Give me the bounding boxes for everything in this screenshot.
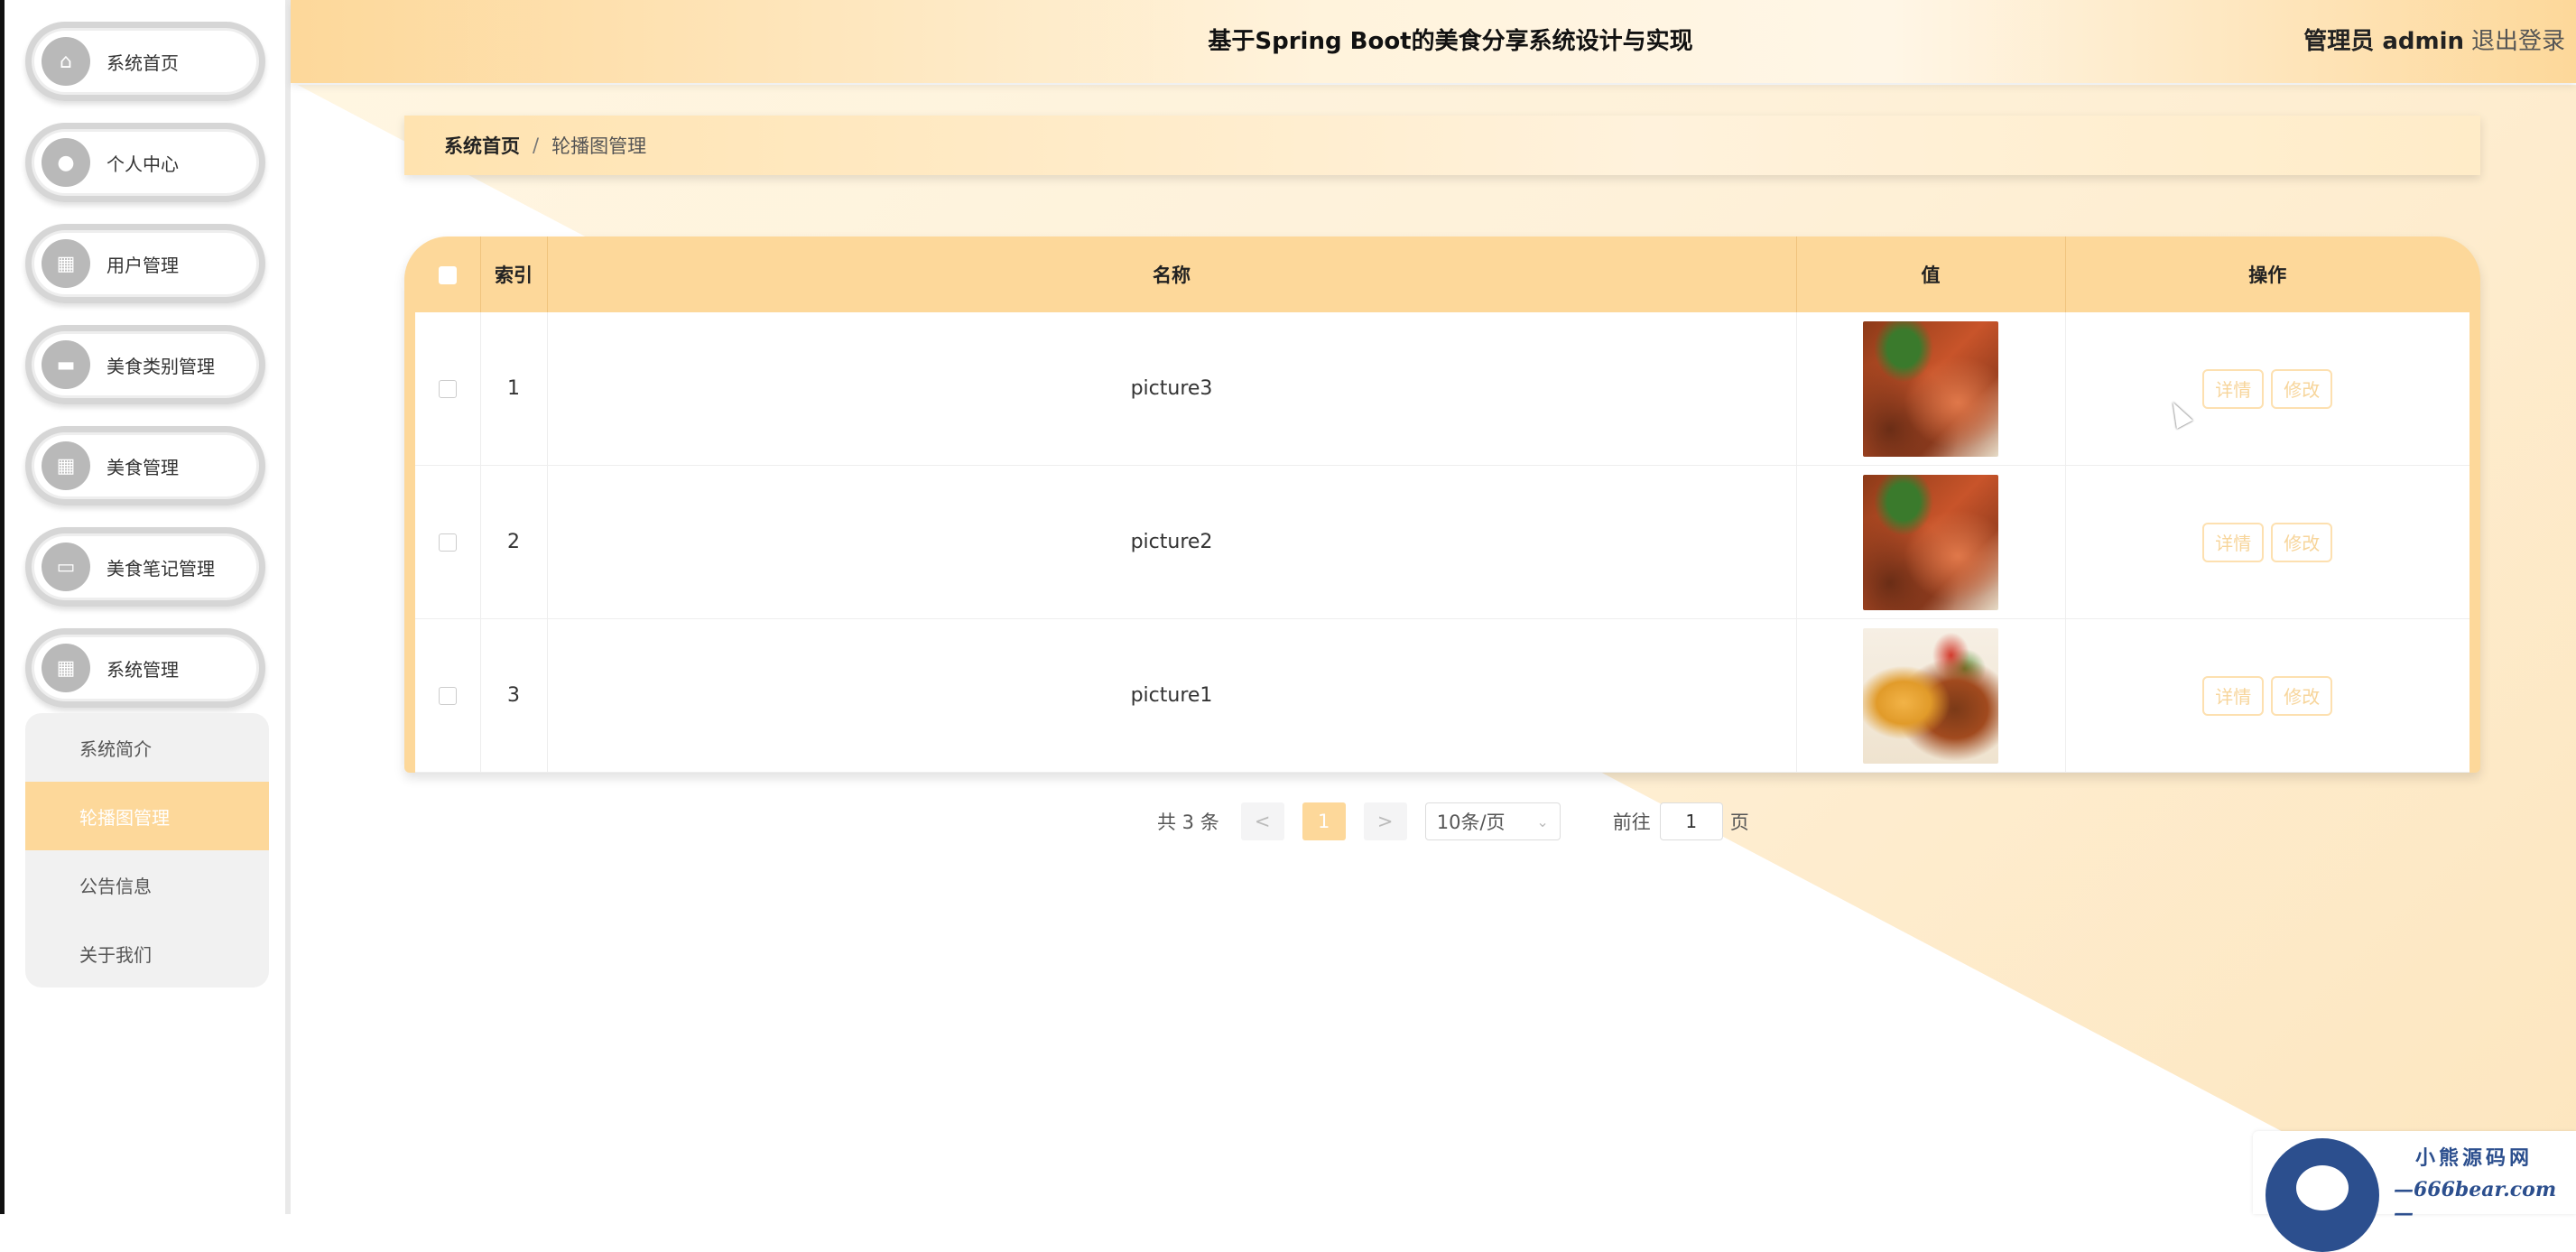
select-all-cell xyxy=(415,236,481,312)
detail-button[interactable]: 详情 xyxy=(2202,675,2265,716)
column-header-index: 索引 xyxy=(480,236,548,312)
carousel-table: 索引 名称 值 操作 1 picture3 详情 修改 2 picture2 详… xyxy=(404,236,2480,773)
select-all-checkbox[interactable] xyxy=(438,266,457,284)
bear-logo-icon xyxy=(2266,1138,2379,1252)
watermark-title: 小熊源码网 xyxy=(2415,1146,2534,1170)
pagination: 共 3 条 < 1 > 10条/页 ⌄ 前往 页 xyxy=(1157,802,1749,841)
row-index: 3 xyxy=(480,618,548,773)
sidebar-item-label: 美食类别管理 xyxy=(107,355,215,377)
carousel-image-thumbnail[interactable] xyxy=(1863,320,1998,457)
row-name: picture2 xyxy=(547,465,1797,619)
column-header-name: 名称 xyxy=(547,236,1797,312)
breadcrumb-separator: / xyxy=(533,134,540,156)
column-header-value: 值 xyxy=(1796,236,2066,312)
edit-button[interactable]: 修改 xyxy=(2271,675,2333,716)
chevron-down-icon: ⌄ xyxy=(1536,812,1549,830)
detail-button[interactable]: 详情 xyxy=(2202,368,2265,409)
page-suffix: 页 xyxy=(1729,811,1749,833)
detail-button[interactable]: 详情 xyxy=(2202,522,2265,562)
goto-page-input[interactable] xyxy=(1659,802,1723,840)
sidebar-item-label: 美食管理 xyxy=(107,456,179,478)
carousel-image-thumbnail[interactable] xyxy=(1863,474,1998,610)
row-name: picture3 xyxy=(547,312,1797,466)
edit-button[interactable]: 修改 xyxy=(2271,522,2333,562)
top-header: 基于Spring Boot的美食分享系统设计与实现 管理员 admin 退出登录 xyxy=(291,0,2576,83)
sidebar-item-label: 美食笔记管理 xyxy=(107,557,215,580)
row-index: 2 xyxy=(480,465,548,619)
sidebar-item-label: 用户管理 xyxy=(107,254,179,276)
sidebar-item-home[interactable]: ⌂ 系统首页 xyxy=(25,22,265,101)
watermark-url: —666bear.com— xyxy=(2394,1178,2557,1225)
next-page-button[interactable]: > xyxy=(1363,802,1407,840)
row-checkbox[interactable] xyxy=(438,533,457,552)
submenu-item-intro[interactable]: 系统简介 xyxy=(25,713,269,782)
sidebar-item-profile[interactable]: ● 个人中心 xyxy=(25,123,265,202)
current-user: 管理员 admin xyxy=(2303,28,2464,55)
sidebar-item-food[interactable]: ▦ 美食管理 xyxy=(25,426,265,505)
home-icon: ⌂ xyxy=(42,37,90,86)
carousel-image-thumbnail[interactable] xyxy=(1863,627,1998,764)
breadcrumb-current: 轮播图管理 xyxy=(551,135,647,157)
grid-icon: ▦ xyxy=(42,441,90,490)
submenu-item-about[interactable]: 关于我们 xyxy=(25,919,269,988)
logout-link[interactable]: 退出登录 xyxy=(2471,0,2565,83)
submenu-item-notice[interactable]: 公告信息 xyxy=(25,850,269,919)
table-header-row: 索引 名称 值 操作 xyxy=(415,236,2469,312)
column-header-actions: 操作 xyxy=(2248,264,2287,286)
page-size-value: 10条/页 xyxy=(1436,811,1506,833)
watermark-logo: 小熊源码网 —666bear.com— xyxy=(2253,1131,2576,1252)
chat-icon: ▭ xyxy=(42,543,90,591)
sidebar-item-food-notes[interactable]: ▭ 美食笔记管理 xyxy=(25,527,265,607)
page-number-button[interactable]: 1 xyxy=(1302,802,1346,840)
table-row: 2 picture2 详情 修改 xyxy=(415,465,2469,619)
sidebar-item-label: 个人中心 xyxy=(107,153,179,175)
sidebar-item-system[interactable]: ▦ 系统管理 xyxy=(25,628,265,708)
sidebar-item-users[interactable]: ▦ 用户管理 xyxy=(25,224,265,303)
sidebar: ⌂ 系统首页 ● 个人中心 ▦ 用户管理 ▬ 美食类别管理 ▦ 美食管理 ▭ 美… xyxy=(0,0,291,1214)
grid-icon: ▦ xyxy=(42,239,90,288)
submenu-item-carousel[interactable]: 轮播图管理 xyxy=(25,782,269,850)
grid-icon: ▦ xyxy=(42,644,90,692)
briefcase-icon: ▬ xyxy=(42,340,90,389)
row-name: picture1 xyxy=(547,618,1797,773)
breadcrumb-home[interactable]: 系统首页 xyxy=(444,132,520,159)
sidebar-item-label: 系统管理 xyxy=(107,658,179,681)
prev-page-button[interactable]: < xyxy=(1240,802,1284,840)
bear-face-icon xyxy=(2296,1165,2349,1210)
breadcrumb: 系统首页 / 轮播图管理 xyxy=(404,116,2480,175)
total-count: 共 3 条 xyxy=(1157,811,1219,833)
page-size-select[interactable]: 10条/页 ⌄ xyxy=(1424,802,1561,840)
row-checkbox[interactable] xyxy=(438,380,457,398)
sidebar-item-label: 系统首页 xyxy=(107,51,179,74)
edit-button[interactable]: 修改 xyxy=(2271,368,2333,409)
app-title: 基于Spring Boot的美食分享系统设计与实现 xyxy=(1208,28,1693,55)
row-index: 1 xyxy=(480,312,548,466)
user-icon: ● xyxy=(42,138,90,187)
goto-label: 前往 xyxy=(1612,811,1651,833)
system-submenu: 系统简介 轮播图管理 公告信息 关于我们 xyxy=(25,713,269,988)
table-row: 1 picture3 详情 修改 xyxy=(415,312,2469,466)
table-row: 3 picture1 详情 修改 xyxy=(415,618,2469,773)
sidebar-item-food-category[interactable]: ▬ 美食类别管理 xyxy=(25,325,265,404)
row-checkbox[interactable] xyxy=(438,687,457,705)
